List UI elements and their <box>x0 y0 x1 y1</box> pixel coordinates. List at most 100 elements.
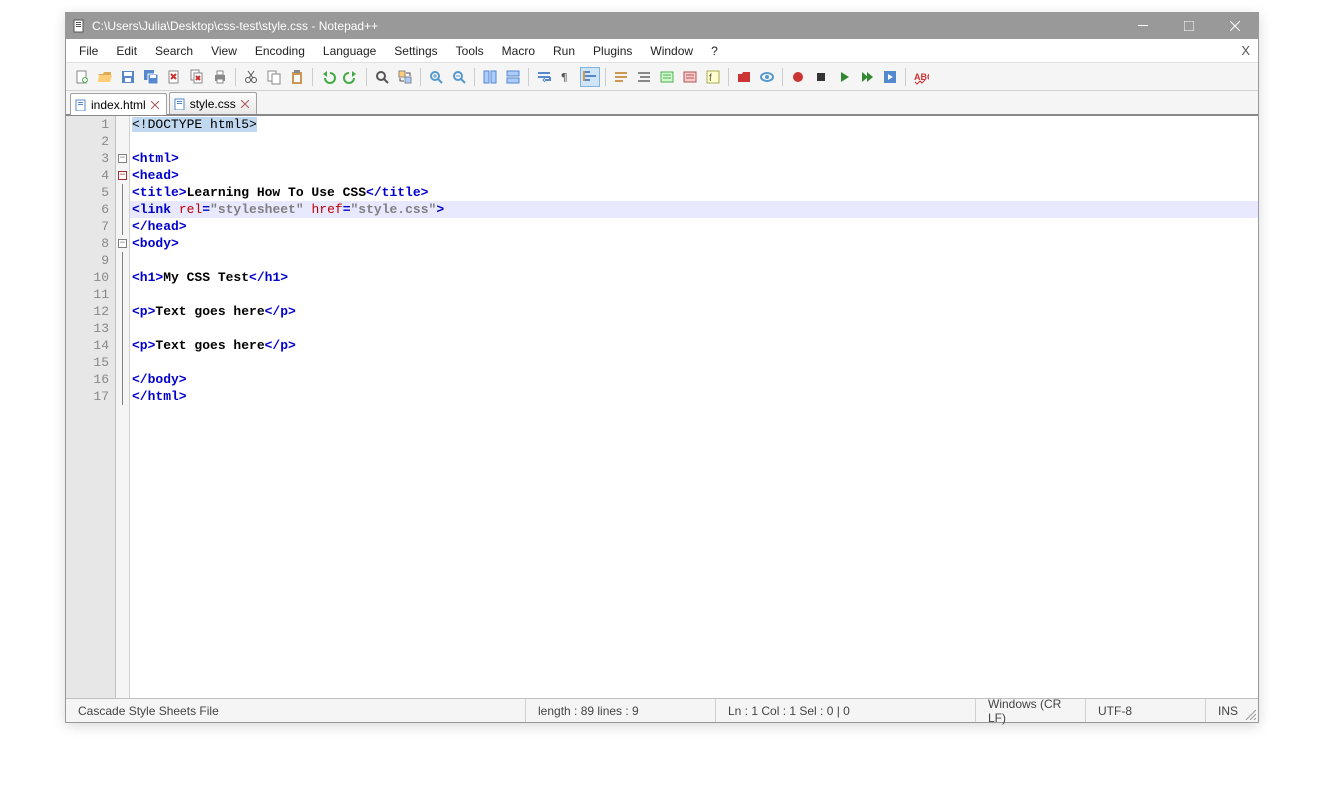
toolbar-func-icon[interactable]: f <box>703 67 723 87</box>
fold-marker <box>116 320 129 337</box>
fold-marker <box>116 184 129 201</box>
toolbar-hide-icon[interactable] <box>757 67 777 87</box>
maximize-button[interactable] <box>1166 13 1212 39</box>
tab-close-icon[interactable] <box>240 99 250 109</box>
menu-settings[interactable]: Settings <box>385 42 446 60</box>
toolbar-indent-icon[interactable] <box>580 67 600 87</box>
toolbar-lang-icon[interactable] <box>611 67 631 87</box>
menu-tools[interactable]: Tools <box>447 42 493 60</box>
code-line[interactable] <box>130 252 1258 269</box>
tab-close-icon[interactable] <box>150 100 160 110</box>
fold-marker <box>116 303 129 320</box>
status-bar: Cascade Style Sheets File length : 89 li… <box>66 698 1258 722</box>
code-line[interactable]: <p>Text goes here</p> <box>130 303 1258 320</box>
menu-edit[interactable]: Edit <box>107 42 146 60</box>
toolbar-undo-icon[interactable] <box>318 67 338 87</box>
toolbar-wrap-icon[interactable] <box>534 67 554 87</box>
toolbar-redo-icon[interactable] <box>341 67 361 87</box>
line-number: 9 <box>66 252 109 269</box>
code-line[interactable]: <title>Learning How To Use CSS</title> <box>130 184 1258 201</box>
code-line[interactable] <box>130 354 1258 371</box>
fold-marker <box>116 201 129 218</box>
menu-view[interactable]: View <box>202 42 246 60</box>
menu-macro[interactable]: Macro <box>493 42 544 60</box>
line-number: 6 <box>66 201 109 218</box>
line-number: 14 <box>66 337 109 354</box>
code-line[interactable]: <!DOCTYPE html5> <box>130 116 1258 133</box>
code-editor[interactable]: <!DOCTYPE html5> <html><head><title>Lear… <box>130 116 1258 698</box>
code-line[interactable]: </html> <box>130 388 1258 405</box>
menu-language[interactable]: Language <box>314 42 385 60</box>
toolbar-save-icon[interactable] <box>118 67 138 87</box>
status-insert-mode[interactable]: INS <box>1206 699 1268 722</box>
code-line[interactable] <box>130 133 1258 150</box>
fold-marker <box>116 116 129 133</box>
menu-run[interactable]: Run <box>544 42 584 60</box>
menu-plugins[interactable]: Plugins <box>584 42 641 60</box>
toolbar-folder-icon[interactable] <box>734 67 754 87</box>
svg-text:f: f <box>709 73 712 84</box>
toolbar-open-icon[interactable] <box>95 67 115 87</box>
titlebar[interactable]: C:\Users\Julia\Desktop\css-test\style.cs… <box>66 13 1258 39</box>
tab-style-css[interactable]: style.css <box>169 92 257 114</box>
toolbar-separator <box>528 68 529 86</box>
toolbar-zoom-in-icon[interactable] <box>426 67 446 87</box>
toolbar-find-icon[interactable] <box>372 67 392 87</box>
toolbar-spell-icon[interactable]: ABC <box>911 67 931 87</box>
minimize-button[interactable] <box>1120 13 1166 39</box>
toolbar-new-icon[interactable] <box>72 67 92 87</box>
code-line[interactable]: <html> <box>130 150 1258 167</box>
menu-encoding[interactable]: Encoding <box>246 42 314 60</box>
code-line[interactable] <box>130 320 1258 337</box>
line-number: 5 <box>66 184 109 201</box>
toolbar-paste-icon[interactable] <box>287 67 307 87</box>
menu-help[interactable]: ? <box>702 42 727 60</box>
status-encoding[interactable]: UTF-8 <box>1086 699 1206 722</box>
code-line[interactable]: <head> <box>130 167 1258 184</box>
toolbar-zoom-out-icon[interactable] <box>449 67 469 87</box>
close-button[interactable] <box>1212 13 1258 39</box>
menu-window[interactable]: Window <box>641 42 702 60</box>
toolbar-print-icon[interactable] <box>210 67 230 87</box>
fold-marker[interactable]: − <box>116 150 129 167</box>
resize-grip[interactable] <box>1244 708 1256 720</box>
status-eol[interactable]: Windows (CR LF) <box>976 699 1086 722</box>
toolbar-save-macro-icon[interactable] <box>880 67 900 87</box>
toolbar-close-all-icon[interactable] <box>187 67 207 87</box>
toolbar-replace-icon[interactable] <box>395 67 415 87</box>
toolbar-eol-icon[interactable] <box>634 67 654 87</box>
toolbar-separator <box>782 68 783 86</box>
toolbar-play-multi-icon[interactable] <box>857 67 877 87</box>
line-number: 10 <box>66 269 109 286</box>
toolbar-sync-v-icon[interactable] <box>480 67 500 87</box>
code-line[interactable]: <body> <box>130 235 1258 252</box>
toolbar-record-icon[interactable] <box>788 67 808 87</box>
toolbar-comment-icon[interactable] <box>657 67 677 87</box>
toolbar-cut-icon[interactable] <box>241 67 261 87</box>
window-controls <box>1120 13 1258 39</box>
menu-search[interactable]: Search <box>146 42 202 60</box>
toolbar-play-icon[interactable] <box>834 67 854 87</box>
toolbar-all-chars-icon[interactable]: ¶ <box>557 67 577 87</box>
toolbar-sync-h-icon[interactable] <box>503 67 523 87</box>
code-line[interactable]: </body> <box>130 371 1258 388</box>
code-line[interactable]: </head> <box>130 218 1258 235</box>
fold-marker <box>116 133 129 150</box>
toolbar-copy-icon[interactable] <box>264 67 284 87</box>
code-line[interactable]: <h1>My CSS Test</h1> <box>130 269 1258 286</box>
line-number: 16 <box>66 371 109 388</box>
fold-marker[interactable]: − <box>116 167 129 184</box>
toolbar-save-all-icon[interactable] <box>141 67 161 87</box>
toolbar-separator <box>474 68 475 86</box>
menubar-close-x[interactable]: X <box>1241 43 1250 58</box>
toolbar-uncomment-icon[interactable] <box>680 67 700 87</box>
code-line[interactable] <box>130 286 1258 303</box>
toolbar: ¶ f ABC <box>66 63 1258 91</box>
menu-file[interactable]: File <box>70 42 107 60</box>
code-line[interactable]: <link rel="stylesheet" href="style.css"> <box>130 201 1258 218</box>
code-line[interactable]: <p>Text goes here</p> <box>130 337 1258 354</box>
tab-index-html[interactable]: index.html <box>70 93 167 115</box>
toolbar-close-icon[interactable] <box>164 67 184 87</box>
toolbar-stop-icon[interactable] <box>811 67 831 87</box>
fold-marker[interactable]: − <box>116 235 129 252</box>
